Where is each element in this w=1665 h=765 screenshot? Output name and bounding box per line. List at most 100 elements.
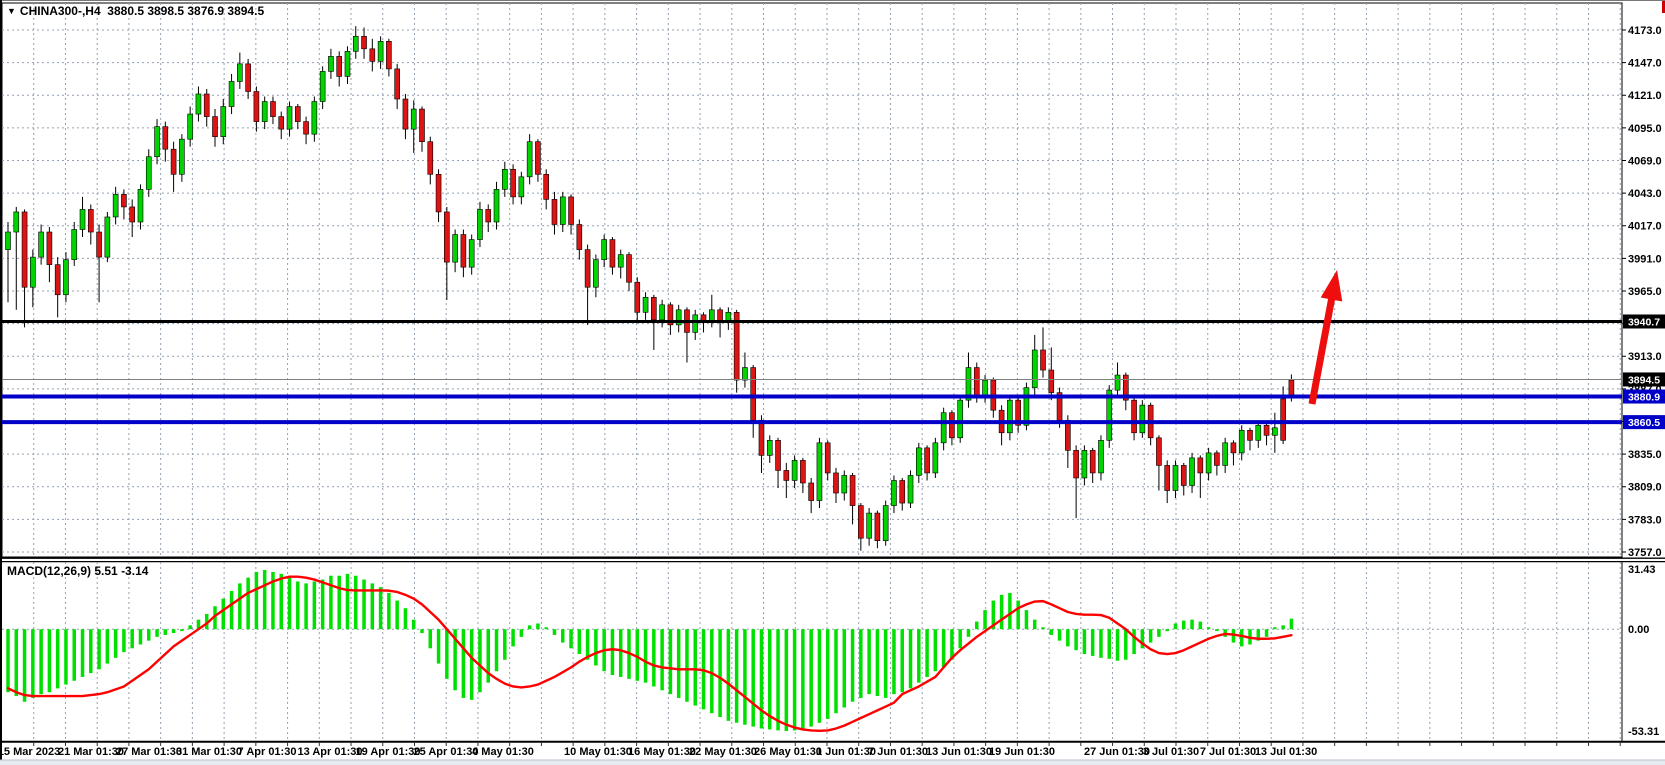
- macd-histogram-bar: [1016, 601, 1020, 630]
- macd-histogram-bar: [222, 599, 226, 630]
- candle-body: [411, 109, 416, 129]
- candle-body: [1190, 458, 1195, 486]
- candle-body: [511, 169, 516, 197]
- candle-body: [1115, 375, 1120, 390]
- candle-body: [262, 102, 267, 122]
- macd-histogram-bar: [743, 629, 747, 724]
- macd-histogram-bar: [1058, 629, 1062, 640]
- macd-histogram-bar: [1116, 629, 1120, 661]
- time-axis-label: 7 Jul 01:30: [1200, 746, 1256, 758]
- macd-histogram-bar: [387, 593, 391, 629]
- time-axis-label: 27 Jun 01:30: [1084, 746, 1150, 758]
- candle-body: [1007, 400, 1012, 433]
- macd-histogram-bar: [97, 629, 101, 669]
- candle-body: [1132, 400, 1137, 433]
- candle-body: [370, 49, 375, 62]
- candle-body: [1231, 443, 1236, 453]
- candle-body: [477, 209, 482, 239]
- candle-body: [1264, 425, 1269, 435]
- candle-body: [776, 440, 781, 470]
- time-axis-label: 19 Jun 01:30: [989, 746, 1055, 758]
- candle-body: [80, 209, 85, 229]
- price-tick-label: 4147.0: [1628, 58, 1662, 70]
- price-tick-label: 3757.0: [1628, 547, 1662, 559]
- macd-histogram-bar: [843, 629, 847, 707]
- ohlc-values: 3880.5 3898.5 3876.9 3894.5: [107, 4, 264, 18]
- candle-body: [196, 94, 201, 114]
- candle-body: [221, 107, 226, 137]
- macd-tick-label: -53.31: [1628, 726, 1659, 738]
- candle-body: [1256, 425, 1261, 440]
- candle-body: [784, 470, 789, 480]
- candle-body: [974, 368, 979, 396]
- candle-body: [362, 36, 367, 49]
- macd-histogram-bar: [718, 629, 722, 717]
- candle-body: [1041, 350, 1046, 370]
- candle-body: [800, 460, 805, 483]
- candle-body: [320, 71, 325, 101]
- candle-body: [1198, 458, 1203, 473]
- macd-histogram-bar: [536, 623, 540, 629]
- candle-body: [494, 189, 499, 222]
- candle-body: [552, 199, 557, 224]
- macd-histogram-bar: [313, 581, 317, 629]
- candle-body: [925, 448, 930, 473]
- macd-histogram-bar: [685, 629, 689, 702]
- macd-histogram-bar: [122, 629, 126, 652]
- macd-histogram-bar: [677, 629, 681, 698]
- price-chart-canvas[interactable]: 4173.04147.04121.04095.04069.04043.04017…: [0, 0, 1665, 765]
- price-badge-text: 3894.5: [1628, 374, 1660, 386]
- macd-histogram-bar: [859, 629, 863, 698]
- candle-body: [1289, 380, 1294, 396]
- macd-histogram-bar: [809, 629, 813, 726]
- candle-body: [1248, 430, 1253, 440]
- macd-histogram-bar: [578, 629, 582, 654]
- macd-histogram-bar: [776, 629, 780, 730]
- candle-body: [809, 483, 814, 501]
- macd-histogram-bar: [520, 629, 524, 637]
- macd-histogram-bar: [56, 629, 60, 688]
- macd-histogram-bar: [1157, 629, 1161, 637]
- macd-histogram-bar: [64, 629, 68, 684]
- macd-histogram-bar: [164, 629, 168, 635]
- macd-histogram-bar: [1124, 629, 1128, 660]
- macd-histogram-bar: [114, 629, 118, 658]
- macd-histogram-bar: [395, 601, 399, 630]
- bottom-strip: [0, 760, 1665, 765]
- candle-body: [55, 265, 60, 295]
- macd-tick-label: 31.43: [1628, 564, 1656, 576]
- time-axis-label: 13 Jul 01:30: [1255, 746, 1317, 758]
- macd-tick-label: 0.00: [1628, 624, 1649, 636]
- macd-histogram-bar: [669, 629, 673, 694]
- candle-body: [949, 413, 954, 438]
- macd-histogram-bar: [710, 629, 714, 713]
- macd-histogram-bar: [801, 629, 805, 728]
- candle-body: [279, 117, 284, 130]
- macd-histogram-bar: [909, 629, 913, 688]
- macd-histogram-bar: [983, 610, 987, 629]
- price-tick-label: 3991.0: [1628, 253, 1662, 265]
- macd-histogram-bar: [503, 629, 507, 660]
- macd-histogram-bar: [1240, 629, 1244, 646]
- candle-body: [395, 69, 400, 99]
- macd-histogram-bar: [180, 629, 184, 631]
- macd-histogram-bar: [155, 629, 159, 637]
- macd-histogram-bar: [6, 629, 10, 692]
- candle-body: [627, 255, 632, 283]
- candle-body: [254, 91, 259, 121]
- time-axis-label: 15 Mar 2023: [0, 746, 60, 758]
- candle-body: [378, 41, 383, 61]
- candle-body: [1049, 370, 1054, 393]
- macd-histogram-bar: [462, 629, 466, 698]
- macd-indicator-name: MACD(12,26,9): [7, 564, 91, 578]
- candle-body: [287, 107, 292, 130]
- price-tick-label: 4173.0: [1628, 25, 1662, 37]
- time-axis-label: 16 May 01:30: [628, 746, 696, 758]
- time-axis-label: 31 Mar 01:30: [176, 746, 242, 758]
- macd-histogram-bar: [379, 587, 383, 629]
- time-axis-label: 1 Jun 01:30: [816, 746, 876, 758]
- candle-body: [751, 368, 756, 421]
- macd-histogram-bar: [354, 576, 358, 629]
- symbol-dropdown-icon[interactable]: ▼: [7, 6, 16, 16]
- candle-body: [891, 480, 896, 505]
